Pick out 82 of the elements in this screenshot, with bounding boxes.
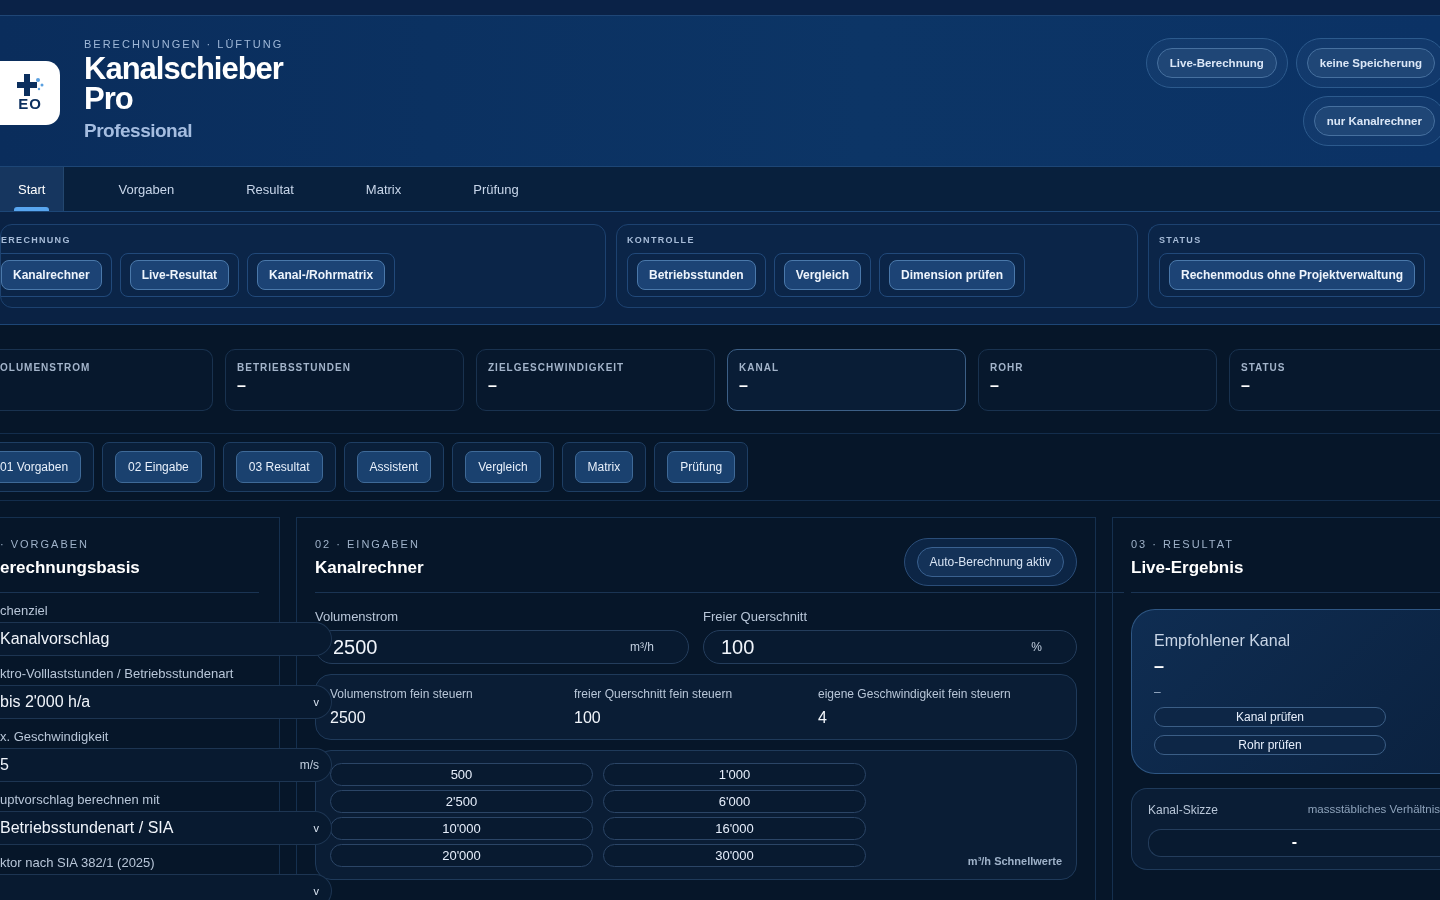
status-pill[interactable]: Live-Berechnung	[1156, 48, 1277, 78]
metric-value: –	[1241, 377, 1251, 395]
section-chip[interactable]: Assistent	[356, 451, 432, 483]
check-button[interactable]: Rohr prüfen	[1154, 735, 1386, 755]
action-button[interactable]: Kanalrechner	[1, 260, 102, 290]
field-label: freier Querschnitt fein steuern	[574, 687, 734, 701]
section-chip[interactable]: Prüfung	[667, 451, 736, 483]
metric-value: –	[739, 377, 749, 395]
section-chip[interactable]: Vergleich	[465, 451, 541, 483]
input-field[interactable]: Kanalvorschlag	[0, 622, 332, 656]
panel-title: erechnungsbasis	[0, 558, 259, 593]
sketch-note: massstäbliches Verhältnis	[1307, 803, 1440, 817]
quick-value-button[interactable]: 20'000	[330, 844, 593, 867]
metric-label: ZIELGESCHWINDIGKEIT	[488, 362, 626, 373]
sketch-title: Kanal-Skizze	[1148, 803, 1219, 817]
field-label: uptvorschlag berechnen mit	[0, 792, 161, 807]
metric-label: ROHR	[990, 362, 1025, 373]
result-value: –	[1154, 656, 1165, 677]
quick-value-button[interactable]: 500	[330, 763, 593, 786]
metric-value: –	[990, 377, 1000, 395]
metric-label: OLUMENSTROM	[0, 362, 92, 373]
section-chip[interactable]: Matrix	[574, 451, 634, 483]
input-field[interactable]: 2500	[330, 709, 574, 727]
quick-value-button[interactable]: 1'000	[603, 763, 866, 786]
input-field[interactable]: 100 %	[703, 630, 1077, 664]
field-label: Volumenstrom fein steuern	[330, 687, 474, 701]
nav-tab[interactable]: Matrix	[329, 167, 438, 211]
sketch-bar: -	[1148, 829, 1440, 857]
action-button[interactable]: Kanal-/Rohrmatrix	[257, 260, 386, 290]
result-title: Empfohlener Kanal	[1154, 632, 1292, 650]
metric-value: –	[237, 377, 247, 395]
section-chip[interactable]: 03 Resultat	[235, 451, 323, 483]
panel-title: Live-Ergebnis	[1131, 558, 1440, 593]
field-label: ktro-Volllaststunden / Betriebsstundenart	[0, 666, 235, 681]
metric-value: –	[488, 377, 498, 395]
auto-status-pill: Auto-Berechnung aktiv	[916, 547, 1064, 577]
section-label: · VORGABEN	[0, 538, 91, 550]
action-button[interactable]: Dimension prüfen	[889, 260, 1016, 290]
field-label: chenziel	[0, 603, 49, 618]
nav-tab[interactable]: Start	[0, 167, 65, 211]
section-label: 02 · EINGABEN	[315, 538, 421, 550]
field-label: ktor nach SIA 382/1 (2025)	[0, 855, 156, 870]
nav-tab[interactable]: Vorgaben	[82, 167, 211, 211]
action-button[interactable]: Betriebsstunden	[637, 260, 756, 290]
app-title: Kanalschieber Pro	[84, 54, 284, 114]
input-field[interactable]: 100	[574, 709, 818, 727]
status-pill[interactable]: keine Speicherung	[1306, 48, 1435, 78]
group-label: KONTROLLE	[627, 235, 696, 245]
group-label: STATUS	[1159, 235, 1203, 245]
metric-label: BETRIEBSSTUNDEN	[237, 362, 352, 373]
select-field[interactable]: Betriebsstundenart / SIA v	[0, 811, 332, 845]
nav-tab[interactable]: Resultat	[210, 167, 330, 211]
field-label: Freier Querschnitt	[703, 609, 809, 624]
status-pill[interactable]: nur Kanalrechner	[1313, 106, 1435, 136]
group-label: ERECHNUNG	[1, 235, 72, 245]
breadcrumb: BERECHNUNGEN · LÜFTUNG	[84, 38, 284, 50]
field-label: x. Geschwindigkeit	[0, 729, 110, 744]
quick-value-button[interactable]: 16'000	[603, 817, 866, 840]
section-chip[interactable]: 02 Eingabe	[115, 451, 202, 483]
check-button[interactable]: Kanal prüfen	[1154, 707, 1386, 727]
section-label: 03 · RESULTAT	[1131, 538, 1236, 550]
input-field[interactable]: 4	[818, 709, 1062, 727]
edition-label: Professional	[84, 120, 194, 142]
action-button[interactable]: Rechenmodus ohne Projektverwaltung	[1169, 260, 1416, 290]
quick-value-button[interactable]: 2'500	[330, 790, 593, 813]
quick-value-button[interactable]: 30'000	[603, 844, 866, 867]
metric-label: STATUS	[1241, 362, 1287, 373]
field-label: Volumenstrom	[315, 609, 400, 624]
input-field[interactable]: 5 m/s	[0, 748, 332, 782]
quick-value-button[interactable]: 6'000	[603, 790, 866, 813]
result-subtext: –	[1154, 685, 1162, 699]
cross-icon	[15, 74, 45, 96]
section-chip[interactable]: 01 Vorgaben	[0, 451, 82, 483]
nav-tab[interactable]: Prüfung	[437, 167, 555, 211]
action-button[interactable]: Vergleich	[783, 260, 862, 290]
field-label: eigene Geschwindigkeit fein steuern	[818, 687, 1012, 701]
metric-label: KANAL	[739, 362, 780, 373]
app-logo: EO	[0, 61, 60, 125]
quick-value-button[interactable]: 10'000	[330, 817, 593, 840]
select-field[interactable]: v	[0, 874, 332, 900]
action-button[interactable]: Live-Resultat	[129, 260, 230, 290]
quick-values-label: m³/h Schnellwerte	[967, 855, 1062, 867]
